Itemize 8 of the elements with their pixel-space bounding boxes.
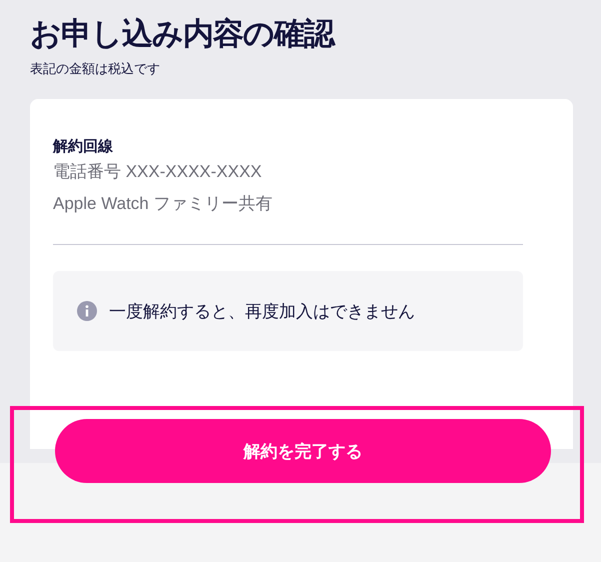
detail-text: Apple Watch ファミリー共有 (53, 193, 274, 215)
page-title: お申し込み内容の確認 (30, 15, 336, 54)
info-icon (77, 301, 97, 321)
detail-text: 電話番号 XXX-XXXX-XXXX (53, 161, 263, 183)
section-label: 解約回線 (53, 136, 114, 156)
tax-note: 表記の金額は税込です (30, 61, 161, 78)
notice-text: 一度解約すると、再度加入はできません (109, 300, 415, 322)
complete-button[interactable]: 解約を完了する (55, 419, 551, 483)
